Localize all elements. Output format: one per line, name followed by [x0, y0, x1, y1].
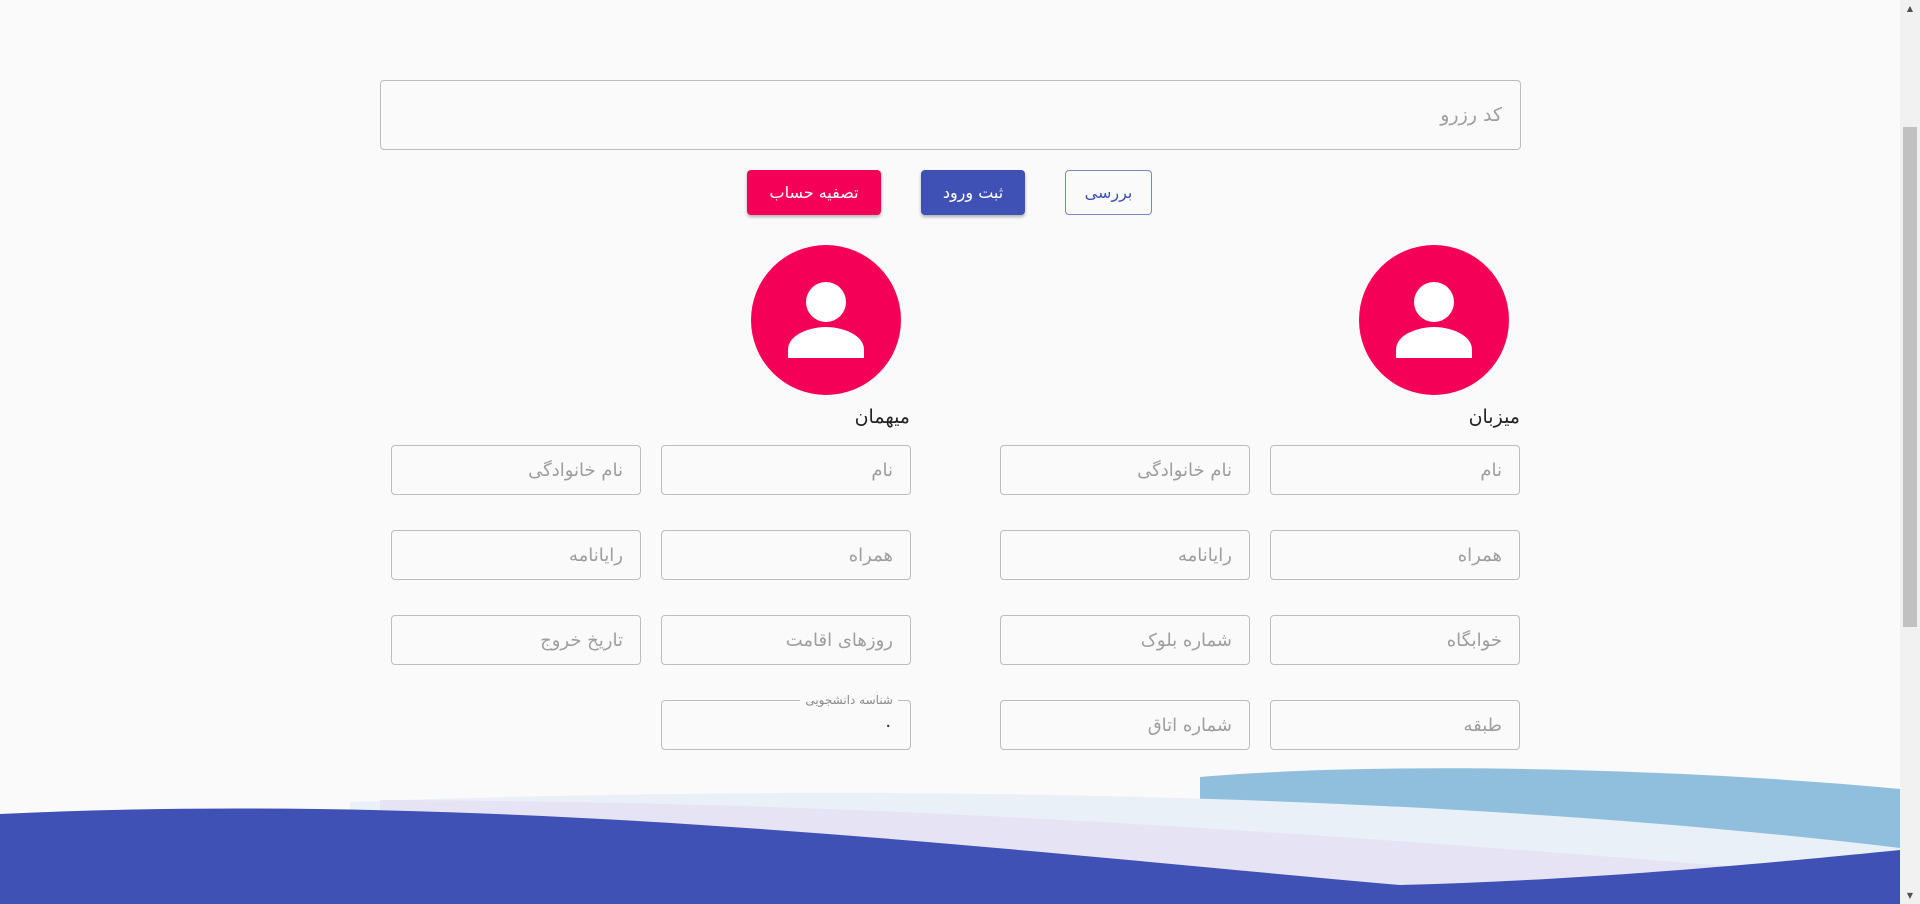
guest-section-title: میهمان [854, 406, 910, 428]
host-first-name-field[interactable] [1270, 445, 1520, 495]
host-last-name-field[interactable] [1000, 445, 1250, 495]
host-last-name-input[interactable] [1001, 446, 1249, 494]
host-mobile-field[interactable] [1270, 530, 1520, 580]
guest-student-id-input[interactable] [662, 701, 910, 749]
guest-first-name-field[interactable] [661, 445, 911, 495]
student-id-label: شناسه دانشجویی [800, 693, 898, 707]
settle-account-button[interactable]: تصفیه حساب [747, 170, 881, 215]
guest-mobile-field[interactable] [661, 530, 911, 580]
checkin-button[interactable]: ثبت ورود [921, 170, 1025, 215]
guest-last-name-field[interactable] [391, 445, 641, 495]
host-block-field[interactable] [1000, 615, 1250, 665]
guest-student-id-field[interactable]: شناسه دانشجویی [661, 693, 911, 750]
host-mobile-input[interactable] [1271, 531, 1519, 579]
person-icon [1396, 282, 1472, 358]
host-floor-input[interactable] [1271, 701, 1519, 749]
host-block-input[interactable] [1001, 616, 1249, 664]
guest-avatar [751, 245, 901, 395]
host-room-field[interactable] [1000, 700, 1250, 750]
scroll-down-icon[interactable]: ▼ [1900, 887, 1920, 904]
host-email-input[interactable] [1001, 531, 1249, 579]
page-scrollbar[interactable]: ▲ ▼ [1900, 0, 1920, 904]
host-first-name-input[interactable] [1271, 446, 1519, 494]
reservation-code-input[interactable] [381, 81, 1520, 149]
scrollbar-thumb[interactable] [1903, 127, 1917, 627]
checkin-button-label: ثبت ورود [942, 183, 1004, 202]
settle-account-button-label: تصفیه حساب [769, 183, 859, 202]
check-button-label: بررسی [1084, 183, 1133, 202]
guest-first-name-input[interactable] [662, 446, 910, 494]
guest-checkout-date-field[interactable] [391, 615, 641, 665]
guest-last-name-input[interactable] [392, 446, 640, 494]
person-icon [788, 282, 864, 358]
check-button[interactable]: بررسی [1065, 170, 1152, 215]
host-floor-field[interactable] [1270, 700, 1520, 750]
reservation-code-field[interactable] [380, 80, 1521, 150]
host-room-input[interactable] [1001, 701, 1249, 749]
host-dorm-field[interactable] [1270, 615, 1520, 665]
host-dorm-input[interactable] [1271, 616, 1519, 664]
guest-mobile-input[interactable] [662, 531, 910, 579]
guest-stay-days-field[interactable] [661, 615, 911, 665]
host-email-field[interactable] [1000, 530, 1250, 580]
guest-email-input[interactable] [392, 531, 640, 579]
scroll-up-icon[interactable]: ▲ [1900, 0, 1920, 17]
guest-stay-days-input[interactable] [662, 616, 910, 664]
host-avatar [1359, 245, 1509, 395]
host-section-title: میزبان [1468, 406, 1520, 428]
footer-waves [0, 768, 1900, 904]
guest-email-field[interactable] [391, 530, 641, 580]
guest-checkout-date-input[interactable] [392, 616, 640, 664]
